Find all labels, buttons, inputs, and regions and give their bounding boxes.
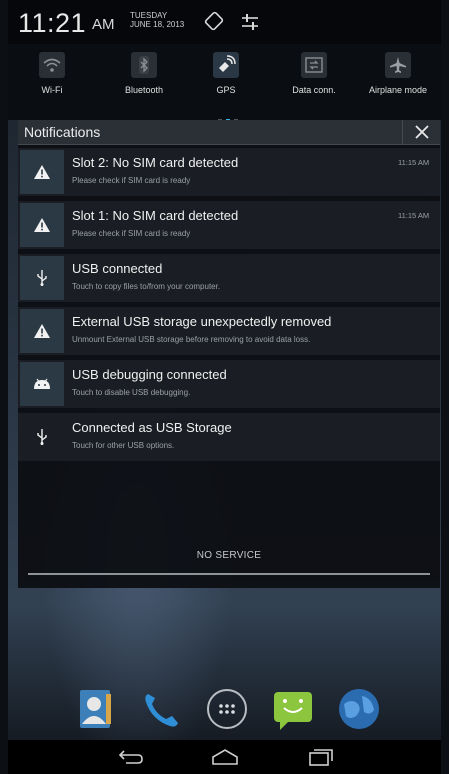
home-dock bbox=[8, 680, 441, 740]
notifications-panel: Notifications Slot 2: No SIM card detect… bbox=[18, 120, 440, 588]
home-button[interactable] bbox=[208, 746, 242, 768]
notification-subtitle: Touch to copy files to/from your compute… bbox=[72, 282, 221, 291]
settings-sliders-icon[interactable] bbox=[240, 12, 260, 32]
phone-app-icon[interactable] bbox=[138, 686, 184, 732]
date-label: JUNE 18, 2013 bbox=[130, 20, 185, 29]
close-icon bbox=[415, 125, 429, 139]
notification-item[interactable]: USB debugging connected Touch to disable… bbox=[18, 360, 440, 408]
usb-icon bbox=[20, 256, 64, 300]
notification-item[interactable]: Slot 2: No SIM card detected Please chec… bbox=[18, 148, 440, 196]
notifications-title: Notifications bbox=[24, 124, 101, 140]
back-icon bbox=[118, 750, 143, 764]
clear-all-button[interactable] bbox=[402, 120, 441, 144]
notifications-header: Notifications bbox=[18, 120, 440, 145]
notification-title: Slot 2: No SIM card detected bbox=[72, 155, 239, 170]
messaging-app-icon[interactable] bbox=[270, 686, 316, 732]
gps-icon bbox=[213, 52, 239, 78]
notification-title: Slot 1: No SIM card detected bbox=[72, 208, 239, 223]
navigation-bar bbox=[8, 740, 441, 774]
qs-data-connection-toggle[interactable]: Data conn. bbox=[274, 48, 354, 104]
auto-rotate-icon[interactable] bbox=[204, 11, 224, 31]
airplane-icon bbox=[385, 52, 411, 78]
qs-label: Wi-Fi bbox=[41, 85, 63, 95]
back-button[interactable] bbox=[114, 746, 148, 768]
browser-app-icon[interactable] bbox=[336, 686, 382, 732]
notification-subtitle: Please check if SIM card is ready bbox=[72, 176, 191, 185]
quick-settings-page-indicator bbox=[218, 110, 258, 123]
clock-time[interactable]: 11:21 bbox=[18, 8, 86, 39]
notification-title: USB connected bbox=[72, 261, 163, 276]
qs-label: GPS bbox=[216, 85, 236, 95]
qs-gps-toggle[interactable]: GPS bbox=[186, 48, 266, 104]
data-connection-icon bbox=[301, 52, 327, 78]
qs-label: Data conn. bbox=[292, 85, 336, 95]
qs-label: Airplane mode bbox=[368, 85, 428, 95]
warning-icon bbox=[20, 309, 64, 353]
carrier-status: NO SERVICE bbox=[196, 550, 262, 561]
app-drawer-icon[interactable] bbox=[204, 686, 250, 732]
usb-icon bbox=[20, 415, 64, 459]
qs-bluetooth-toggle[interactable]: Bluetooth bbox=[104, 48, 184, 104]
notification-subtitle: Unmount External USB storage before remo… bbox=[72, 335, 311, 344]
phone-screen: 11:21 AM TUESDAY JUNE 18, 2013 Wi-Fi Blu… bbox=[8, 0, 441, 774]
notification-time: 11:15 AM bbox=[398, 211, 430, 220]
warning-icon bbox=[20, 203, 64, 247]
wifi-icon bbox=[39, 52, 65, 78]
qs-airplane-toggle[interactable]: Airplane mode bbox=[358, 48, 438, 104]
contacts-app-icon[interactable] bbox=[72, 686, 118, 732]
bluetooth-icon bbox=[131, 52, 157, 78]
notification-title: External USB storage unexpectedly remove… bbox=[72, 314, 332, 329]
notification-item[interactable]: Connected as USB Storage Touch for other… bbox=[18, 413, 440, 461]
recent-apps-icon bbox=[309, 749, 333, 766]
notification-title: Connected as USB Storage bbox=[72, 420, 232, 435]
notification-subtitle: Please check if SIM card is ready bbox=[72, 229, 191, 238]
notification-subtitle: Touch to disable USB debugging. bbox=[72, 388, 191, 397]
warning-icon bbox=[20, 150, 64, 194]
qs-wifi-toggle[interactable]: Wi-Fi bbox=[12, 48, 92, 104]
home-icon bbox=[212, 749, 238, 765]
notification-subtitle: Touch for other USB options. bbox=[72, 441, 175, 450]
notification-shade-header: 11:21 AM TUESDAY JUNE 18, 2013 bbox=[8, 0, 441, 44]
date-block[interactable]: TUESDAY JUNE 18, 2013 bbox=[130, 11, 184, 29]
notification-time: 11:15 AM bbox=[398, 158, 430, 167]
recent-apps-button[interactable] bbox=[304, 746, 338, 768]
clock-ampm: AM bbox=[92, 16, 115, 33]
notification-item[interactable]: USB connected Touch to copy files to/fro… bbox=[18, 254, 440, 302]
quick-settings-bar: Wi-Fi Bluetooth GPS Data conn. Airplane … bbox=[8, 44, 441, 123]
android-debug-icon bbox=[20, 362, 64, 406]
shade-drag-handle[interactable] bbox=[28, 573, 430, 575]
notification-item[interactable]: External USB storage unexpectedly remove… bbox=[18, 307, 440, 355]
qs-label: Bluetooth bbox=[124, 85, 164, 95]
notification-title: USB debugging connected bbox=[72, 367, 227, 382]
day-label: TUESDAY bbox=[130, 11, 168, 20]
notification-item[interactable]: Slot 1: No SIM card detected Please chec… bbox=[18, 201, 440, 249]
